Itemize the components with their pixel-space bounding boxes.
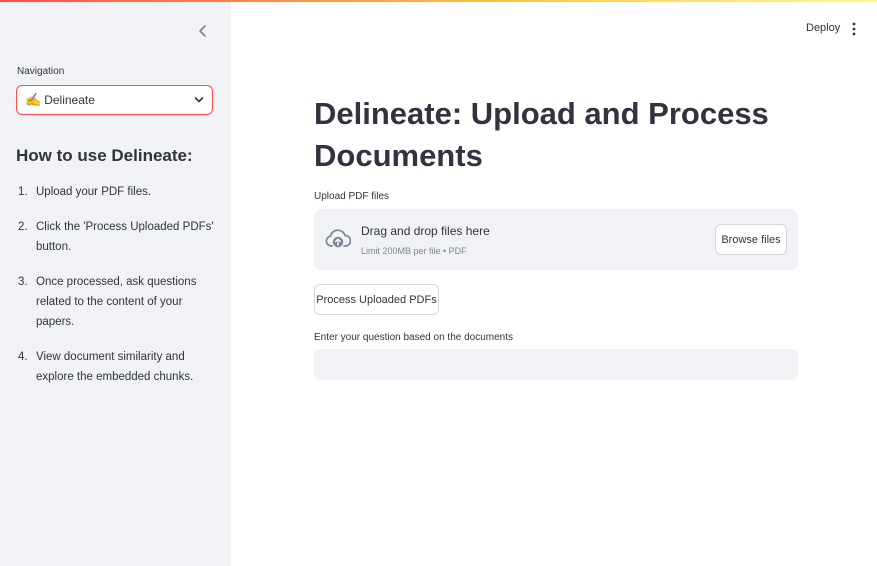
instruction-step: 3. Once processed, ask questions related… bbox=[18, 272, 218, 332]
step-text: Once processed, ask questions related to… bbox=[36, 276, 197, 328]
navigation-select[interactable]: ✍️ Delineate bbox=[16, 85, 213, 115]
process-pdfs-button[interactable]: Process Uploaded PDFs bbox=[314, 284, 439, 315]
instruction-step: 2. Click the 'Process Uploaded PDFs' but… bbox=[18, 217, 218, 257]
chevron-down-icon bbox=[194, 96, 204, 104]
sidebar: Navigation ✍️ Delineate How to use Delin… bbox=[0, 0, 231, 566]
deploy-button[interactable]: Deploy bbox=[806, 22, 840, 34]
step-number: 3. bbox=[18, 276, 28, 288]
step-number: 4. bbox=[18, 351, 28, 363]
instruction-step: 4. View document similarity and explore … bbox=[18, 347, 218, 387]
instruction-step: 1. Upload your PDF files. bbox=[18, 182, 218, 202]
upload-label: Upload PDF files bbox=[314, 191, 390, 202]
cloud-upload-icon bbox=[325, 229, 351, 248]
file-dropzone[interactable]: Drag and drop files here Limit 200MB per… bbox=[314, 209, 798, 270]
question-label: Enter your question based on the documen… bbox=[314, 332, 514, 343]
question-input[interactable] bbox=[314, 349, 798, 380]
instruction-list: 1. Upload your PDF files. 2. Click the '… bbox=[18, 182, 218, 402]
dropzone-limit-text: Limit 200MB per file • PDF bbox=[361, 246, 467, 256]
browse-files-button[interactable]: Browse files bbox=[715, 224, 787, 255]
step-number: 1. bbox=[18, 186, 28, 198]
collapse-sidebar-button[interactable] bbox=[194, 22, 212, 40]
step-number: 2. bbox=[18, 221, 28, 233]
step-text: Upload your PDF files. bbox=[36, 186, 152, 198]
chevron-left-icon bbox=[199, 25, 206, 37]
dropzone-instructions: Drag and drop files here bbox=[361, 224, 490, 238]
kebab-menu-icon[interactable] bbox=[849, 21, 859, 37]
navigation-select-value: Delineate bbox=[44, 93, 95, 107]
step-text: Click the 'Process Uploaded PDFs' button… bbox=[36, 221, 214, 253]
writing-hand-emoji: ✍️ bbox=[25, 92, 42, 107]
navigation-label: Navigation bbox=[17, 66, 65, 77]
page-title: Delineate: Upload and Process Documents bbox=[314, 96, 769, 173]
top-decoration-bar bbox=[0, 0, 877, 2]
step-text: View document similarity and explore the… bbox=[36, 351, 194, 383]
howto-heading: How to use Delineate: bbox=[16, 146, 193, 165]
